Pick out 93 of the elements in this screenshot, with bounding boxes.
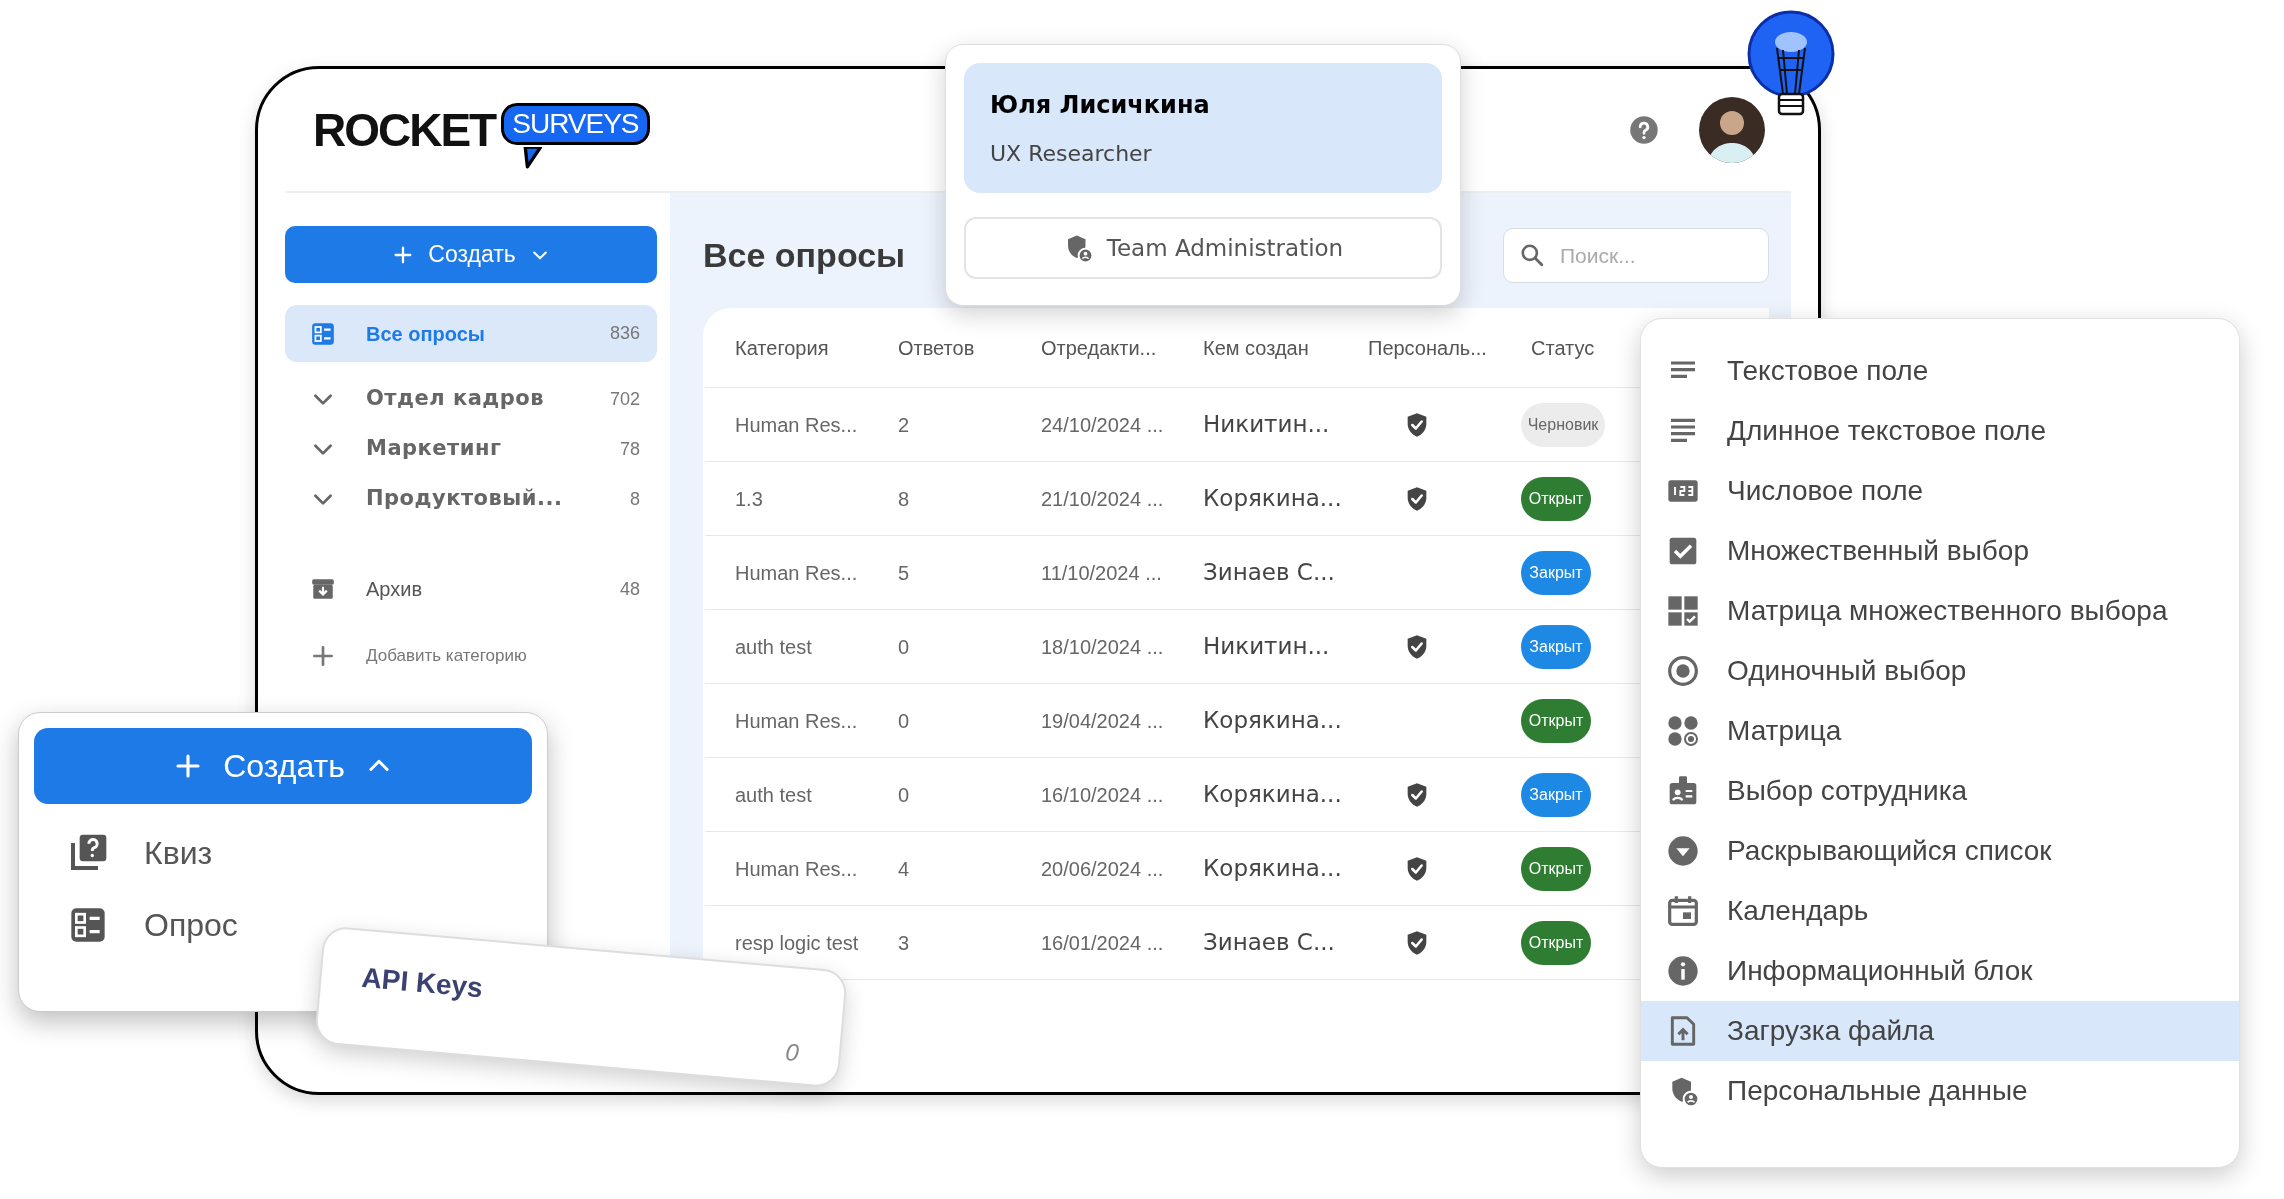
table-cell-text: Human Res... bbox=[735, 412, 858, 438]
user-role: UX Researcher bbox=[990, 139, 1153, 168]
menu-item[interactable]: Опрос bbox=[34, 896, 248, 954]
status-badge: Черновик bbox=[1521, 402, 1605, 447]
search-field[interactable]: Поиск... bbox=[1503, 228, 1769, 283]
logo-badge: SURVEYS bbox=[501, 103, 650, 145]
radio-icon bbox=[1667, 655, 1699, 687]
table-cell-text: 4 bbox=[898, 856, 910, 882]
menu-item[interactable]: Текстовое поле bbox=[1641, 341, 2239, 401]
create-button[interactable]: Создать bbox=[34, 728, 532, 804]
table-cell-text: 0 bbox=[898, 782, 910, 808]
create-button[interactable]: Создать bbox=[285, 226, 657, 283]
key-count: 0 bbox=[783, 1037, 801, 1069]
calendar-icon bbox=[1667, 895, 1699, 927]
list-icon bbox=[310, 320, 336, 347]
table-cell-text: 21/10/2024 ... bbox=[1041, 486, 1164, 512]
menu-item[interactable]: Числовое поле bbox=[1641, 461, 2239, 521]
table-cell-text: Никитин... bbox=[1203, 410, 1330, 440]
checkbox-icon bbox=[1667, 535, 1699, 567]
menu-item[interactable]: Персональные данные bbox=[1641, 1061, 2239, 1121]
menu-item[interactable]: Квиз bbox=[34, 824, 223, 882]
column-header[interactable]: Ответов bbox=[898, 332, 975, 363]
sidebar-item[interactable]: Все опросы 836 bbox=[285, 305, 657, 362]
table-cell-text: 16/01/2024 ... bbox=[1041, 930, 1164, 956]
status-badge: Открыт bbox=[1521, 698, 1591, 743]
grid-check-icon bbox=[1667, 595, 1699, 627]
add-category-link[interactable]: Добавить категорию bbox=[285, 636, 670, 676]
table-cell-text: 2 bbox=[898, 412, 910, 438]
status-badge: Закрыт bbox=[1521, 550, 1591, 595]
menu-item[interactable]: Длинное текстовое поле bbox=[1641, 401, 2239, 461]
column-header[interactable]: Персональ... bbox=[1368, 332, 1487, 363]
table-cell-text: auth test bbox=[735, 782, 812, 808]
status-badge: Открыт bbox=[1521, 920, 1591, 965]
table-cell-text: 0 bbox=[898, 634, 910, 660]
user-name: Юля Лисичкина bbox=[990, 89, 1211, 121]
menu-item[interactable]: Загрузка файла bbox=[1641, 1001, 2239, 1061]
table-cell-text: 8 bbox=[898, 486, 910, 512]
question-cards-icon bbox=[68, 833, 108, 873]
column-header[interactable]: Статус bbox=[1531, 332, 1595, 363]
menu-item[interactable]: Матрица bbox=[1641, 701, 2239, 761]
status-badge: Открыт bbox=[1521, 846, 1591, 891]
table-cell-text: 0 bbox=[898, 708, 910, 734]
table-cell-text: Корякина... bbox=[1203, 484, 1342, 514]
card-title: API Keys bbox=[359, 960, 486, 1006]
dots-grid-icon bbox=[1667, 715, 1699, 747]
sidebar-item[interactable]: Отдел кадров 702 bbox=[285, 374, 657, 424]
table-cell-text: Human Res... bbox=[735, 856, 858, 882]
table-cell-text: Никитин... bbox=[1203, 632, 1330, 662]
list-icon bbox=[68, 905, 108, 945]
table-cell-text: 16/10/2024 ... bbox=[1041, 782, 1164, 808]
menu-item[interactable]: Календарь bbox=[1641, 881, 2239, 941]
dropdown-icon bbox=[1667, 835, 1699, 867]
column-header[interactable]: Категория bbox=[735, 332, 829, 363]
table-cell-text: Зинаев С... bbox=[1203, 928, 1335, 958]
plus-icon bbox=[310, 643, 336, 669]
menu-item[interactable]: Раскрывающийся список bbox=[1641, 821, 2239, 881]
team-administration-button[interactable]: Team Administration bbox=[964, 217, 1442, 279]
table-cell-text: Зинаев С... bbox=[1203, 558, 1335, 588]
status-badge: Закрыт bbox=[1521, 772, 1591, 817]
table-cell-text: Корякина... bbox=[1203, 780, 1342, 810]
archive-icon bbox=[310, 576, 336, 602]
column-header[interactable]: Отредакти... bbox=[1041, 332, 1157, 363]
menu-item[interactable]: Информационный блок bbox=[1641, 941, 2239, 1001]
help-icon[interactable] bbox=[1629, 115, 1659, 145]
logo-wordmark: ROCKET bbox=[313, 107, 496, 153]
menu-item[interactable]: Множественный выбор bbox=[1641, 521, 2239, 581]
search-icon bbox=[1519, 242, 1545, 268]
table-cell-text: 19/04/2024 ... bbox=[1041, 708, 1164, 734]
table-cell-text: 24/10/2024 ... bbox=[1041, 412, 1164, 438]
info-icon bbox=[1667, 955, 1699, 987]
sidebar-item[interactable]: Продуктовый... 8 bbox=[285, 474, 657, 524]
table-cell-text: Корякина... bbox=[1203, 854, 1342, 884]
table-cell-text: 18/10/2024 ... bbox=[1041, 634, 1164, 660]
table-cell-text: auth test bbox=[735, 634, 812, 660]
sidebar-item[interactable]: Архив 48 bbox=[285, 564, 657, 614]
table-cell-text: 11/10/2024 ... bbox=[1041, 560, 1162, 586]
table-cell-text: Human Res... bbox=[735, 560, 858, 586]
id-badge-icon bbox=[1667, 775, 1699, 807]
status-badge: Открыт bbox=[1521, 476, 1591, 521]
status-badge: Закрыт bbox=[1521, 624, 1591, 669]
table-cell-text: 20/06/2024 ... bbox=[1041, 856, 1164, 882]
table-cell-text: Корякина... bbox=[1203, 706, 1342, 736]
column-header[interactable]: Кем создан bbox=[1203, 332, 1309, 363]
table-cell-text: Human Res... bbox=[735, 708, 858, 734]
menu-item[interactable]: Одиночный выбор bbox=[1641, 641, 2239, 701]
menu-item[interactable]: Матрица множественного выбора bbox=[1641, 581, 2239, 641]
page-title: Все опросы bbox=[703, 235, 906, 276]
table-cell-text: 3 bbox=[898, 930, 910, 956]
table-cell-text: 1.3 bbox=[735, 486, 763, 512]
table-cell-text: resp logic test bbox=[735, 930, 859, 956]
menu-item[interactable]: Выбор сотрудника bbox=[1641, 761, 2239, 821]
table-cell-text: 5 bbox=[898, 560, 910, 586]
sidebar-item[interactable]: Маркетинг 78 bbox=[285, 424, 657, 474]
